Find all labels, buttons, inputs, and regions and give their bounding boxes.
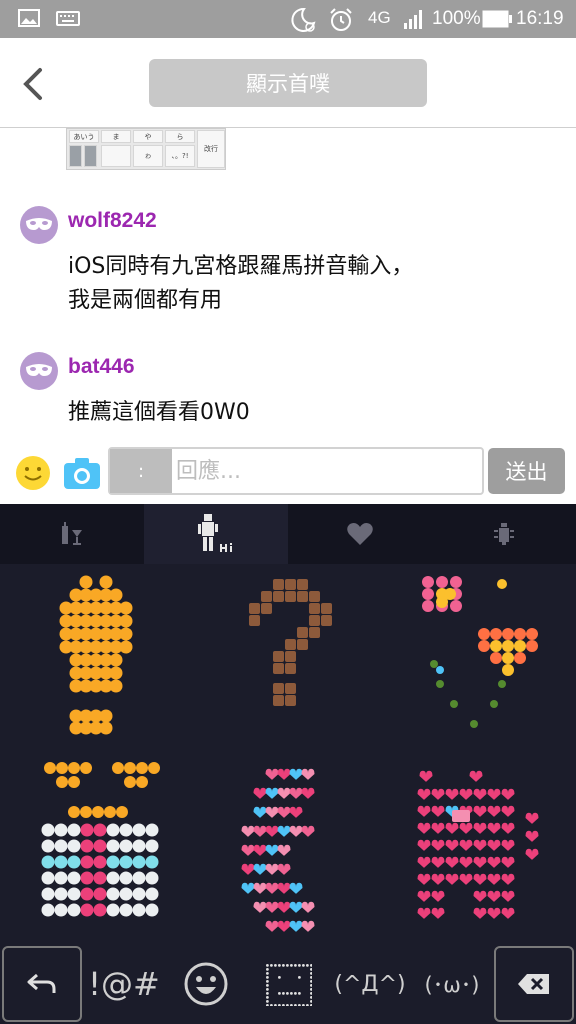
preview-key: 、。?! (165, 145, 195, 167)
tab-hearts[interactable] (288, 504, 432, 564)
reply-input-container: : (108, 447, 484, 495)
preview-key (69, 145, 82, 167)
preview-key: あいう (69, 130, 99, 143)
heart-pig-art[interactable] (384, 754, 576, 944)
preview-key: や (133, 130, 163, 143)
username[interactable]: wolf8242 (68, 209, 157, 233)
kaomoji-key-2[interactable]: (･ω･) (412, 944, 492, 1024)
drink-icon (62, 522, 82, 545)
message-line: 我是兩個都有用 (68, 288, 223, 313)
status-bar: 4G 100% 16:19 (0, 0, 576, 38)
message-text: 推薦這個看看0W0 (68, 396, 250, 430)
preview-key: 改行 (197, 130, 225, 168)
keyboard-screenshot-image[interactable]: あいう ま や ら 改行 ゎ 、。?! (66, 128, 226, 170)
battery-icon (482, 10, 512, 33)
dot-art-key[interactable] (252, 944, 324, 1024)
clock: 16:19 (516, 8, 564, 29)
emoji-button[interactable] (14, 454, 52, 492)
network-type-label: 4G (368, 8, 391, 27)
username[interactable]: bat446 (68, 355, 135, 379)
show-first-post-button[interactable]: 顯示首噗 (149, 59, 427, 107)
response-item: bat446 推薦這個看看0W0 (20, 352, 560, 442)
image-icon (18, 7, 40, 34)
moon-alarm-icon (290, 7, 316, 38)
message-text: iOS同時有九宮格跟羅馬拼音輸入， 我是兩個都有用 (68, 250, 413, 318)
emoji-art-keyboard: !@# (^Д^) (･ω･) (0, 504, 576, 1024)
alarm-icon (328, 7, 354, 38)
mask-icon (26, 364, 52, 376)
dot-matrix-face-icon (266, 964, 312, 1006)
back-button[interactable] (18, 64, 52, 104)
return-icon (27, 973, 56, 993)
kaomoji-key-1[interactable]: (^Д^) (330, 944, 410, 1024)
bow-gift-art[interactable] (0, 754, 192, 944)
message-line: 推薦這個看看0W0 (68, 400, 250, 425)
bug-icon (494, 523, 514, 545)
heart-cat-art[interactable] (192, 754, 384, 944)
robot-hi-icon (198, 514, 232, 552)
send-button[interactable]: 送出 (488, 448, 565, 494)
preview-key (101, 145, 131, 167)
smiley-face-icon (184, 962, 228, 1006)
tab-drinks[interactable] (0, 504, 144, 564)
preview-key: ま (101, 130, 131, 143)
symbols-key[interactable]: !@# (88, 944, 160, 1024)
smiley-lightbulb-art[interactable] (0, 564, 192, 754)
preview-key (84, 145, 97, 167)
heart-icon (347, 523, 373, 545)
avatar[interactable] (20, 352, 58, 390)
emoji-key[interactable] (170, 944, 242, 1024)
keyboard-icon (56, 7, 80, 34)
keyboard-bottom-bar: !@# (^Д^) (･ω･) (0, 944, 576, 1024)
smiley-icon (16, 456, 50, 490)
flower-heart-art[interactable] (384, 564, 576, 754)
camera-icon (64, 458, 100, 489)
tab-bugs[interactable] (432, 504, 576, 564)
reply-composer: : 送出 (0, 446, 576, 502)
return-button[interactable] (2, 946, 82, 1022)
signal-icon (402, 7, 426, 36)
bear-question-art[interactable] (192, 564, 384, 754)
response-list[interactable]: あいう ま や ら 改行 ゎ 、。?! wolf8242 iOS同時有九宮格跟羅… (0, 128, 576, 446)
mask-icon (26, 218, 52, 230)
emoji-art-grid (0, 564, 576, 944)
preview-key: ら (165, 130, 195, 143)
tab-robot-hi[interactable] (144, 504, 288, 564)
response-item: wolf8242 iOS同時有九宮格跟羅馬拼音輸入， 我是兩個都有用 (20, 206, 560, 316)
keyboard-category-tabs (0, 504, 576, 564)
qualifier-selector[interactable]: : (110, 449, 172, 493)
chevron-left-icon (23, 68, 42, 100)
backspace-icon (518, 974, 549, 994)
top-bar: 顯示首噗 (0, 38, 576, 128)
preview-key: ゎ (133, 145, 163, 167)
avatar[interactable] (20, 206, 58, 244)
message-line: iOS同時有九宮格跟羅馬拼音輸入， (68, 254, 414, 279)
delete-button[interactable] (494, 946, 574, 1022)
battery-percent: 100% (432, 8, 481, 29)
camera-button[interactable] (62, 455, 102, 491)
reply-input[interactable] (174, 449, 480, 493)
